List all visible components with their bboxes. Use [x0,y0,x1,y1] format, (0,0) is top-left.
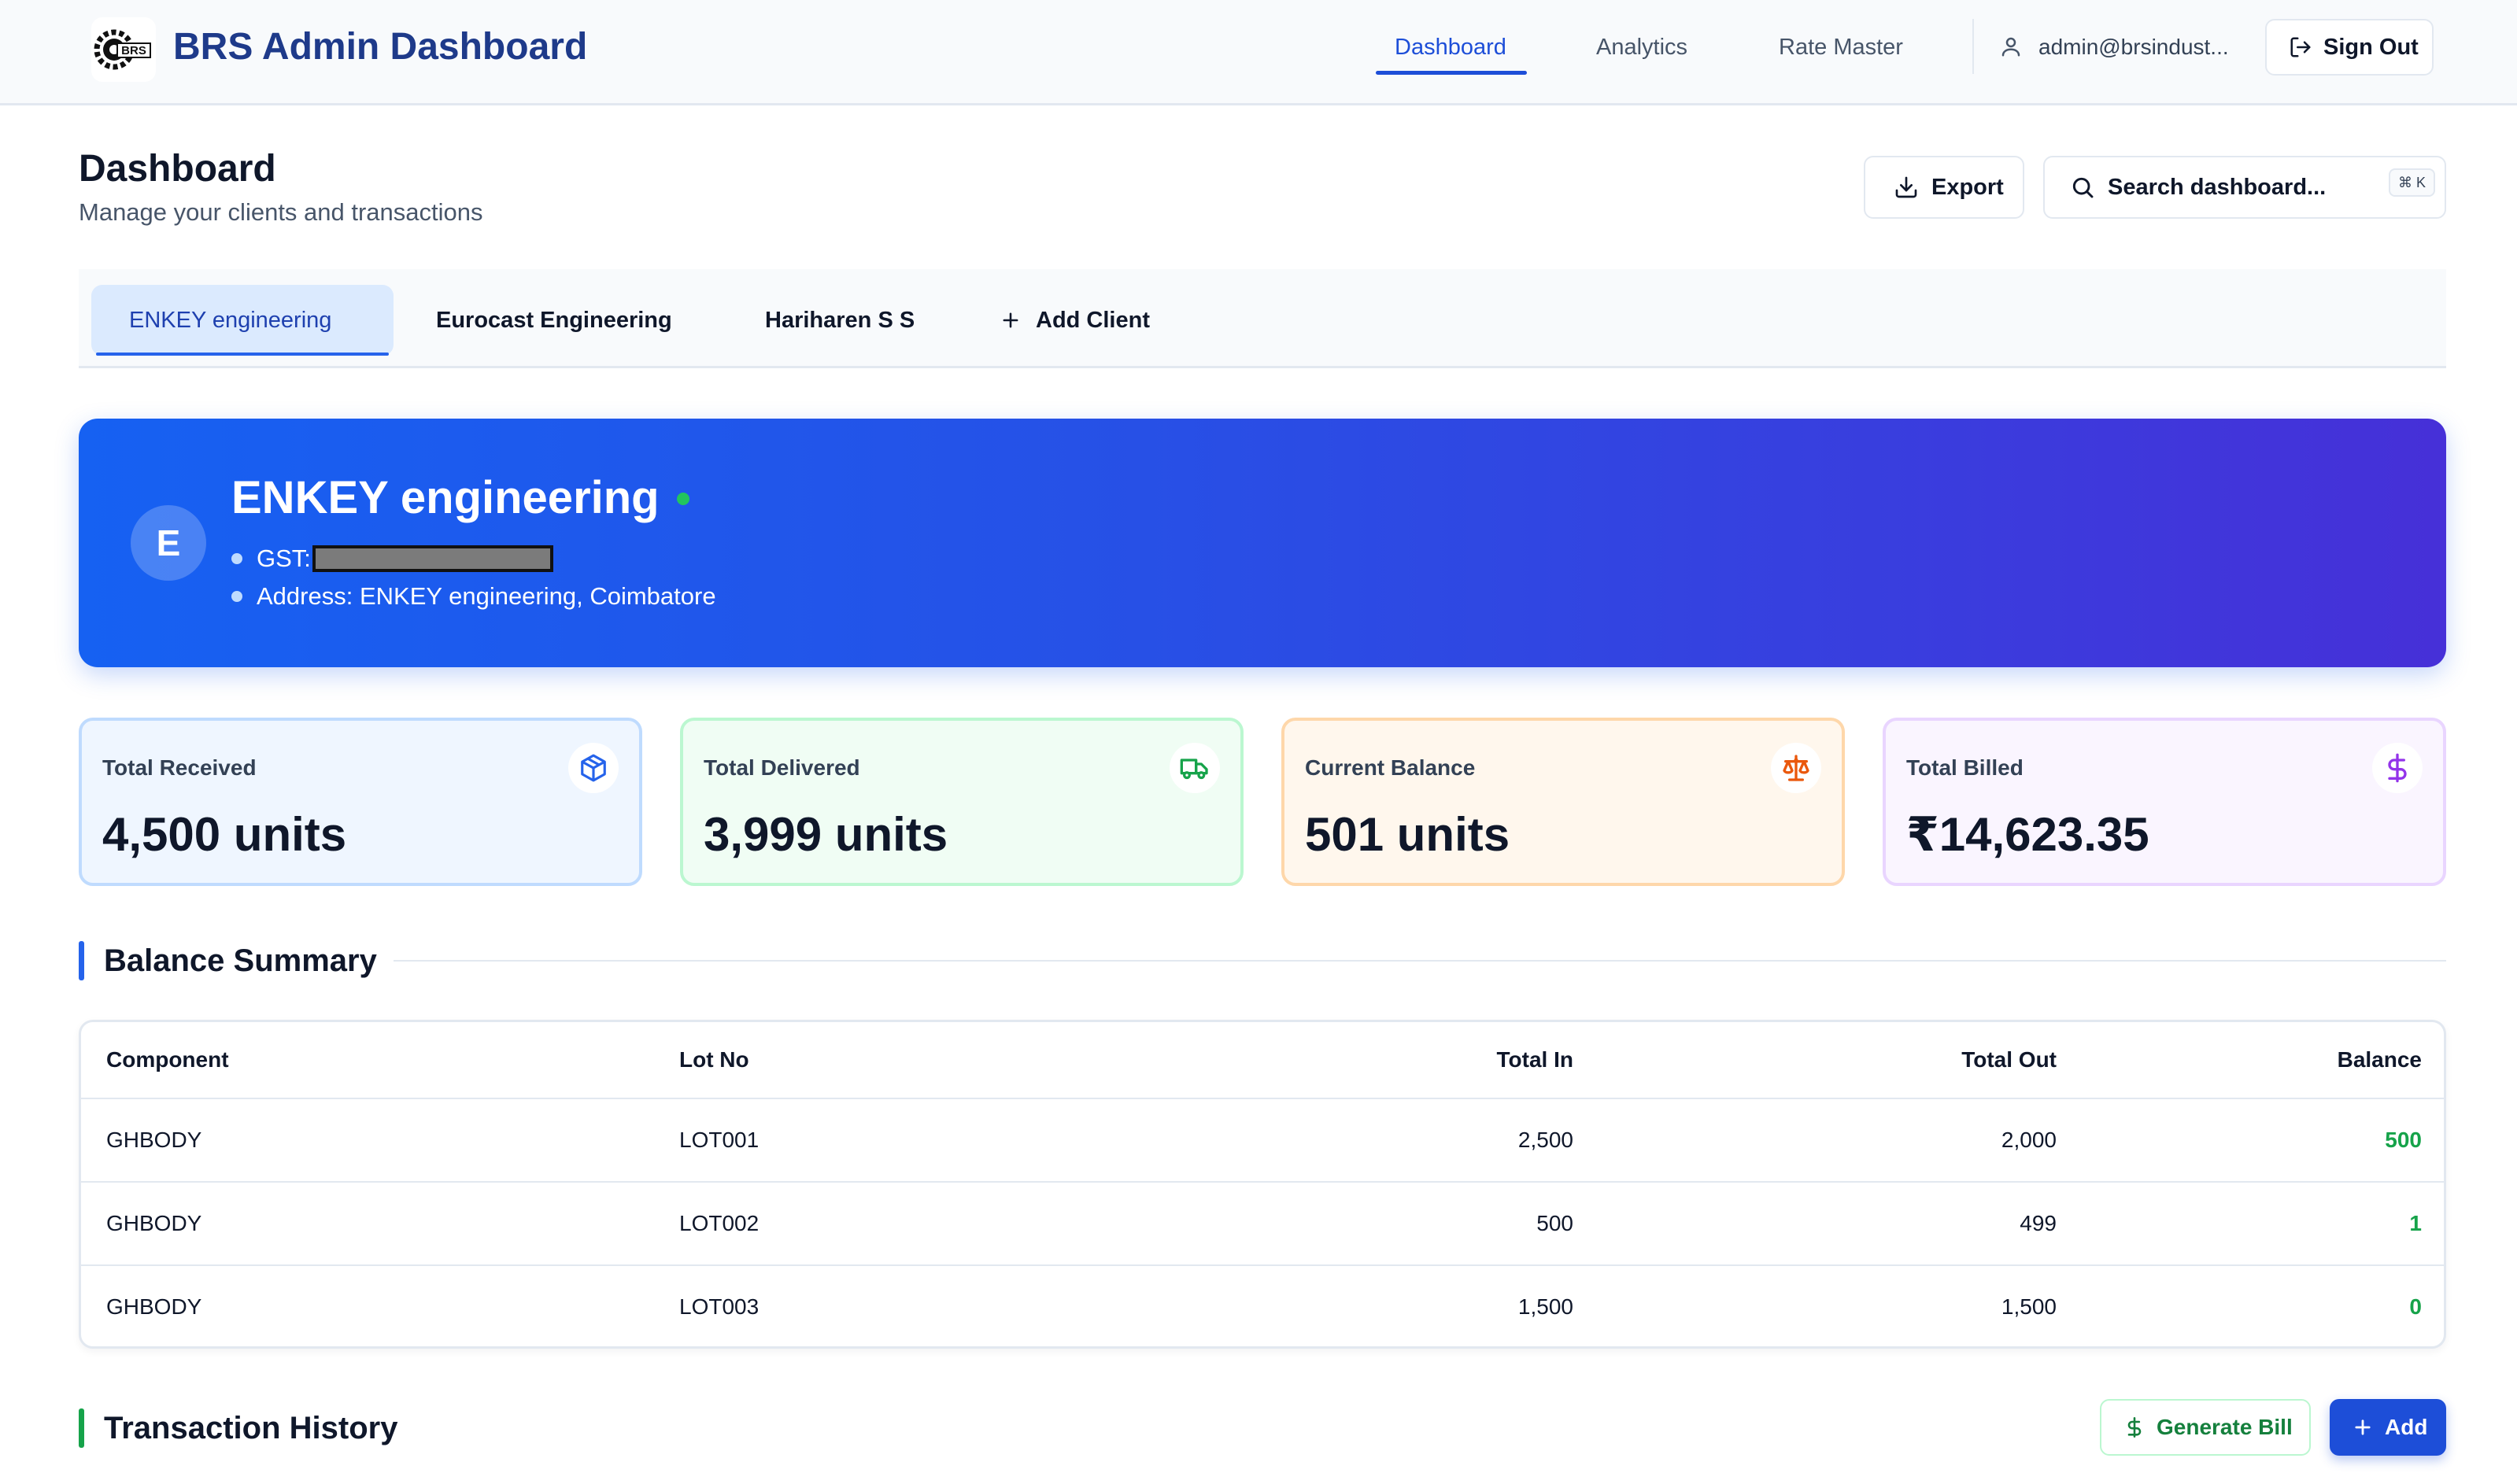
nav-dashboard[interactable]: Dashboard [1395,31,1506,63]
stat-value: 3,999 units [704,808,948,861]
truck-icon [1170,743,1220,793]
client-avatar: E [131,505,206,581]
balance-summary-accent [79,941,84,980]
export-label: Export [1931,174,2004,200]
add-transaction-label: Add [2385,1415,2428,1439]
cell-total-out: 2,000 [2001,1128,2057,1152]
table-header: Component Lot No Total In Total Out Bala… [81,1022,2444,1098]
stat-value: 4,500 units [102,808,347,861]
cell-component: GHBODY [106,1211,202,1235]
stat-label: Total Received [102,755,257,780]
client-address-line: Address: ENKEY engineering, Coimbatore [231,581,716,612]
table-row[interactable]: GHBODY LOT003 1,500 1,500 0 [81,1264,2444,1348]
search-input[interactable] [2108,174,2375,201]
stat-value: 501 units [1305,808,1510,861]
box-icon [568,743,619,793]
dollar-icon [2127,1417,2142,1438]
balance-summary-title: Balance Summary [104,943,377,978]
app-title: BRS Admin Dashboard [173,26,588,68]
stat-label: Total Billed [1906,755,2024,780]
cell-balance: 0 [2409,1294,2422,1319]
column-header[interactable]: Total In [1183,1022,1573,1098]
sign-out-label: Sign Out [2323,34,2419,60]
user-icon [1999,35,2023,58]
column-header[interactable]: Balance [2127,1022,2422,1098]
tab-client-enkey[interactable]: ENKEY engineering [91,285,394,356]
cell-component: GHBODY [106,1294,202,1319]
add-client-label: Add Client [1036,307,1150,333]
plus-icon [1003,312,1018,328]
column-header[interactable]: Lot No [679,1022,749,1098]
client-gst-label: GST: [257,545,311,572]
gst-redaction [312,545,553,572]
cell-lot-no: LOT002 [679,1211,760,1235]
cell-balance: 1 [2409,1211,2422,1235]
nav-divider [1972,19,1974,74]
sign-out-button[interactable]: Sign Out [2265,19,2434,76]
stat-card-current-balance: Current Balance 501 units [1281,718,1845,886]
column-header[interactable]: Total Out [1663,1022,2057,1098]
balance-summary-table: Component Lot No Total In Total Out Bala… [79,1020,2446,1349]
cell-total-in: 1,500 [1517,1294,1573,1319]
table-row[interactable]: GHBODY LOT001 2,500 2,000 500 [81,1098,2444,1181]
download-icon [1895,176,1917,198]
cell-lot-no: LOT003 [679,1294,760,1319]
cell-total-out: 1,500 [2001,1294,2057,1319]
nav-analytics[interactable]: Analytics [1596,31,1687,63]
table-row[interactable]: GHBODY LOT002 500 499 1 [81,1181,2444,1264]
page-subtitle: Manage your clients and transactions [79,198,483,226]
cell-total-out: 499 [2020,1211,2057,1235]
cell-total-in: 2,500 [1517,1128,1573,1152]
export-button[interactable]: Export [1864,156,2024,219]
tab-client-hariharen[interactable]: Hariharen S S [765,285,915,356]
client-hero-card: E ENKEY engineering GST: Address: ENKEY … [79,419,2446,667]
bullet-icon [231,591,242,602]
transaction-history-title: Transaction History [104,1411,398,1445]
column-header[interactable]: Component [106,1022,229,1098]
search-icon [2072,177,2094,198]
client-gst-line: GST: [231,543,553,574]
client-tabs: ENKEY engineering Eurocast Engineering H… [79,269,2446,368]
stat-card-total-billed: Total Billed ₹14,623.35 [1883,718,2446,886]
transaction-history-accent [79,1408,84,1448]
cell-total-in: 500 [1536,1211,1573,1235]
nav-rate-master[interactable]: Rate Master [1779,31,1903,63]
search-shortcut-badge: ⌘ K [2388,168,2435,197]
nav-active-indicator [1376,71,1527,75]
page-title: Dashboard [79,148,276,190]
svg-text:BRS: BRS [121,44,146,57]
dollar-icon [2372,743,2423,793]
top-navbar: BRS BRS Admin Dashboard Dashboard Analyt… [0,0,2517,105]
brand-logo[interactable]: BRS [91,17,156,82]
gear-logo-icon: BRS [94,29,151,70]
search-box[interactable]: ⌘ K [2043,156,2446,219]
client-address: Address: ENKEY engineering, Coimbatore [257,582,716,610]
generate-bill-label: Generate Bill [2157,1415,2293,1439]
client-status-dot [677,493,689,505]
stat-label: Total Delivered [704,755,860,780]
client-name: ENKEY engineering [231,472,660,523]
cell-component: GHBODY [106,1128,202,1152]
user-email: admin@brsindust... [2038,35,2229,59]
stat-value: ₹14,623.35 [1906,808,2149,861]
tab-client-eurocast[interactable]: Eurocast Engineering [436,285,672,356]
stat-label: Current Balance [1305,755,1476,780]
generate-bill-button[interactable]: Generate Bill [2100,1399,2311,1456]
cell-lot-no: LOT001 [679,1128,760,1152]
plus-icon [2355,1419,2371,1435]
add-client-tab[interactable]: Add Client [1000,285,1150,356]
log-out-icon [2290,37,2311,57]
bullet-icon [231,553,242,564]
add-transaction-button[interactable]: Add [2330,1399,2446,1456]
stat-card-total-delivered: Total Delivered 3,999 units [680,718,1244,886]
section-divider [394,960,2446,962]
scale-icon [1771,743,1821,793]
cell-balance: 500 [2385,1128,2422,1152]
stat-card-total-received: Total Received 4,500 units [79,718,642,886]
